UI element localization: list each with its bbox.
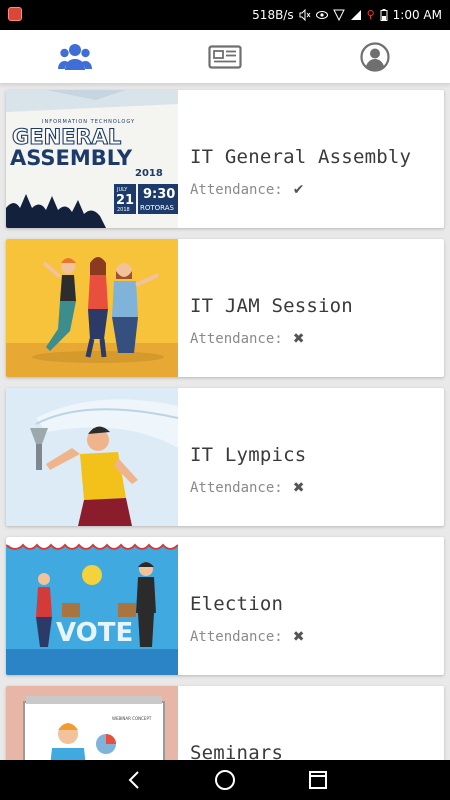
battery-icon	[380, 9, 388, 21]
tab-news[interactable]	[150, 30, 300, 84]
svg-text:21: 21	[116, 193, 134, 208]
event-thumbnail	[6, 239, 178, 377]
event-card[interactable]: WEBINAR CONCEPT Seminars	[6, 686, 444, 760]
jam-session-illustration	[6, 239, 178, 377]
navigation-bar	[0, 760, 450, 800]
lympics-illustration	[6, 388, 178, 526]
cross-icon: ✖	[292, 480, 305, 496]
event-thumbnail: WEBINAR CONCEPT	[6, 686, 178, 760]
event-list[interactable]: INFORMATION TECHNOLOGY GENERAL ASSEMBLY …	[0, 84, 450, 760]
screen: 518B/s ⚲ 1:00 AM INFORMATION TECHNOLOGY …	[0, 0, 450, 800]
check-icon: ✔	[292, 182, 305, 198]
event-thumbnail	[6, 388, 178, 526]
event-card[interactable]: INFORMATION TECHNOLOGY GENERAL ASSEMBLY …	[6, 90, 444, 228]
status-bar-right: 518B/s ⚲ 1:00 AM	[252, 0, 442, 30]
eye-icon	[315, 11, 328, 19]
newspaper-icon	[208, 45, 242, 69]
home-button[interactable]	[195, 760, 255, 800]
network-speed: 518B/s	[252, 8, 294, 22]
event-card[interactable]: IT Lympics Attendance: ✖	[6, 388, 444, 526]
svg-text:WEBINAR CONCEPT: WEBINAR CONCEPT	[112, 716, 152, 721]
back-icon	[128, 771, 139, 789]
attendance-label: Attendance:	[190, 182, 283, 198]
svg-text:9:30: 9:30	[143, 187, 175, 202]
recents-button[interactable]	[288, 760, 348, 800]
election-illustration: VOTE	[6, 537, 178, 675]
event-thumbnail: VOTE	[6, 537, 178, 675]
mute-icon	[299, 9, 311, 21]
attendance-row: Attendance: ✖	[190, 331, 304, 347]
event-title: Seminars	[190, 742, 284, 760]
cross-icon: ✖	[292, 331, 305, 347]
status-bar: 518B/s ⚲ 1:00 AM	[0, 0, 450, 30]
attendance-label: Attendance:	[190, 331, 283, 347]
tab-bar	[0, 30, 450, 84]
users-icon	[58, 44, 92, 70]
back-button[interactable]	[104, 760, 164, 800]
home-icon	[215, 770, 235, 790]
attendance-label: Attendance:	[190, 480, 283, 496]
event-card[interactable]: VOTE Election Attendance: ✖	[6, 537, 444, 675]
clock: 1:00 AM	[392, 8, 442, 22]
cross-icon: ✖	[292, 629, 305, 645]
svg-text:2018: 2018	[135, 168, 163, 179]
tab-events[interactable]	[0, 30, 150, 84]
tab-profile[interactable]	[300, 30, 450, 84]
attendance-row: Attendance: ✖	[190, 480, 304, 496]
attendance-label: Attendance:	[190, 629, 283, 645]
svg-text:VOTE: VOTE	[56, 618, 133, 648]
event-title: IT General Assembly	[190, 146, 412, 168]
general-assembly-poster: INFORMATION TECHNOLOGY GENERAL ASSEMBLY …	[6, 90, 178, 228]
event-title: IT Lympics	[190, 444, 307, 466]
signal-icon	[332, 9, 345, 21]
event-title: Election	[190, 593, 284, 615]
app-notification-icon	[8, 7, 22, 21]
svg-text:2018: 2018	[117, 207, 130, 213]
event-card[interactable]: IT JAM Session Attendance: ✖	[6, 239, 444, 377]
svg-text:ASSEMBLY: ASSEMBLY	[10, 146, 133, 170]
event-thumbnail: INFORMATION TECHNOLOGY GENERAL ASSEMBLY …	[6, 90, 178, 228]
seminar-illustration: WEBINAR CONCEPT	[6, 686, 178, 760]
location-icon: ⚲	[366, 8, 375, 21]
account-icon	[360, 42, 390, 72]
svg-text:ROTORAS: ROTORAS	[140, 204, 175, 212]
recents-icon	[309, 771, 327, 789]
event-title: IT JAM Session	[190, 295, 353, 317]
signal-bars-icon	[350, 10, 361, 20]
attendance-row: Attendance: ✔	[190, 182, 304, 198]
attendance-row: Attendance: ✖	[190, 629, 304, 645]
